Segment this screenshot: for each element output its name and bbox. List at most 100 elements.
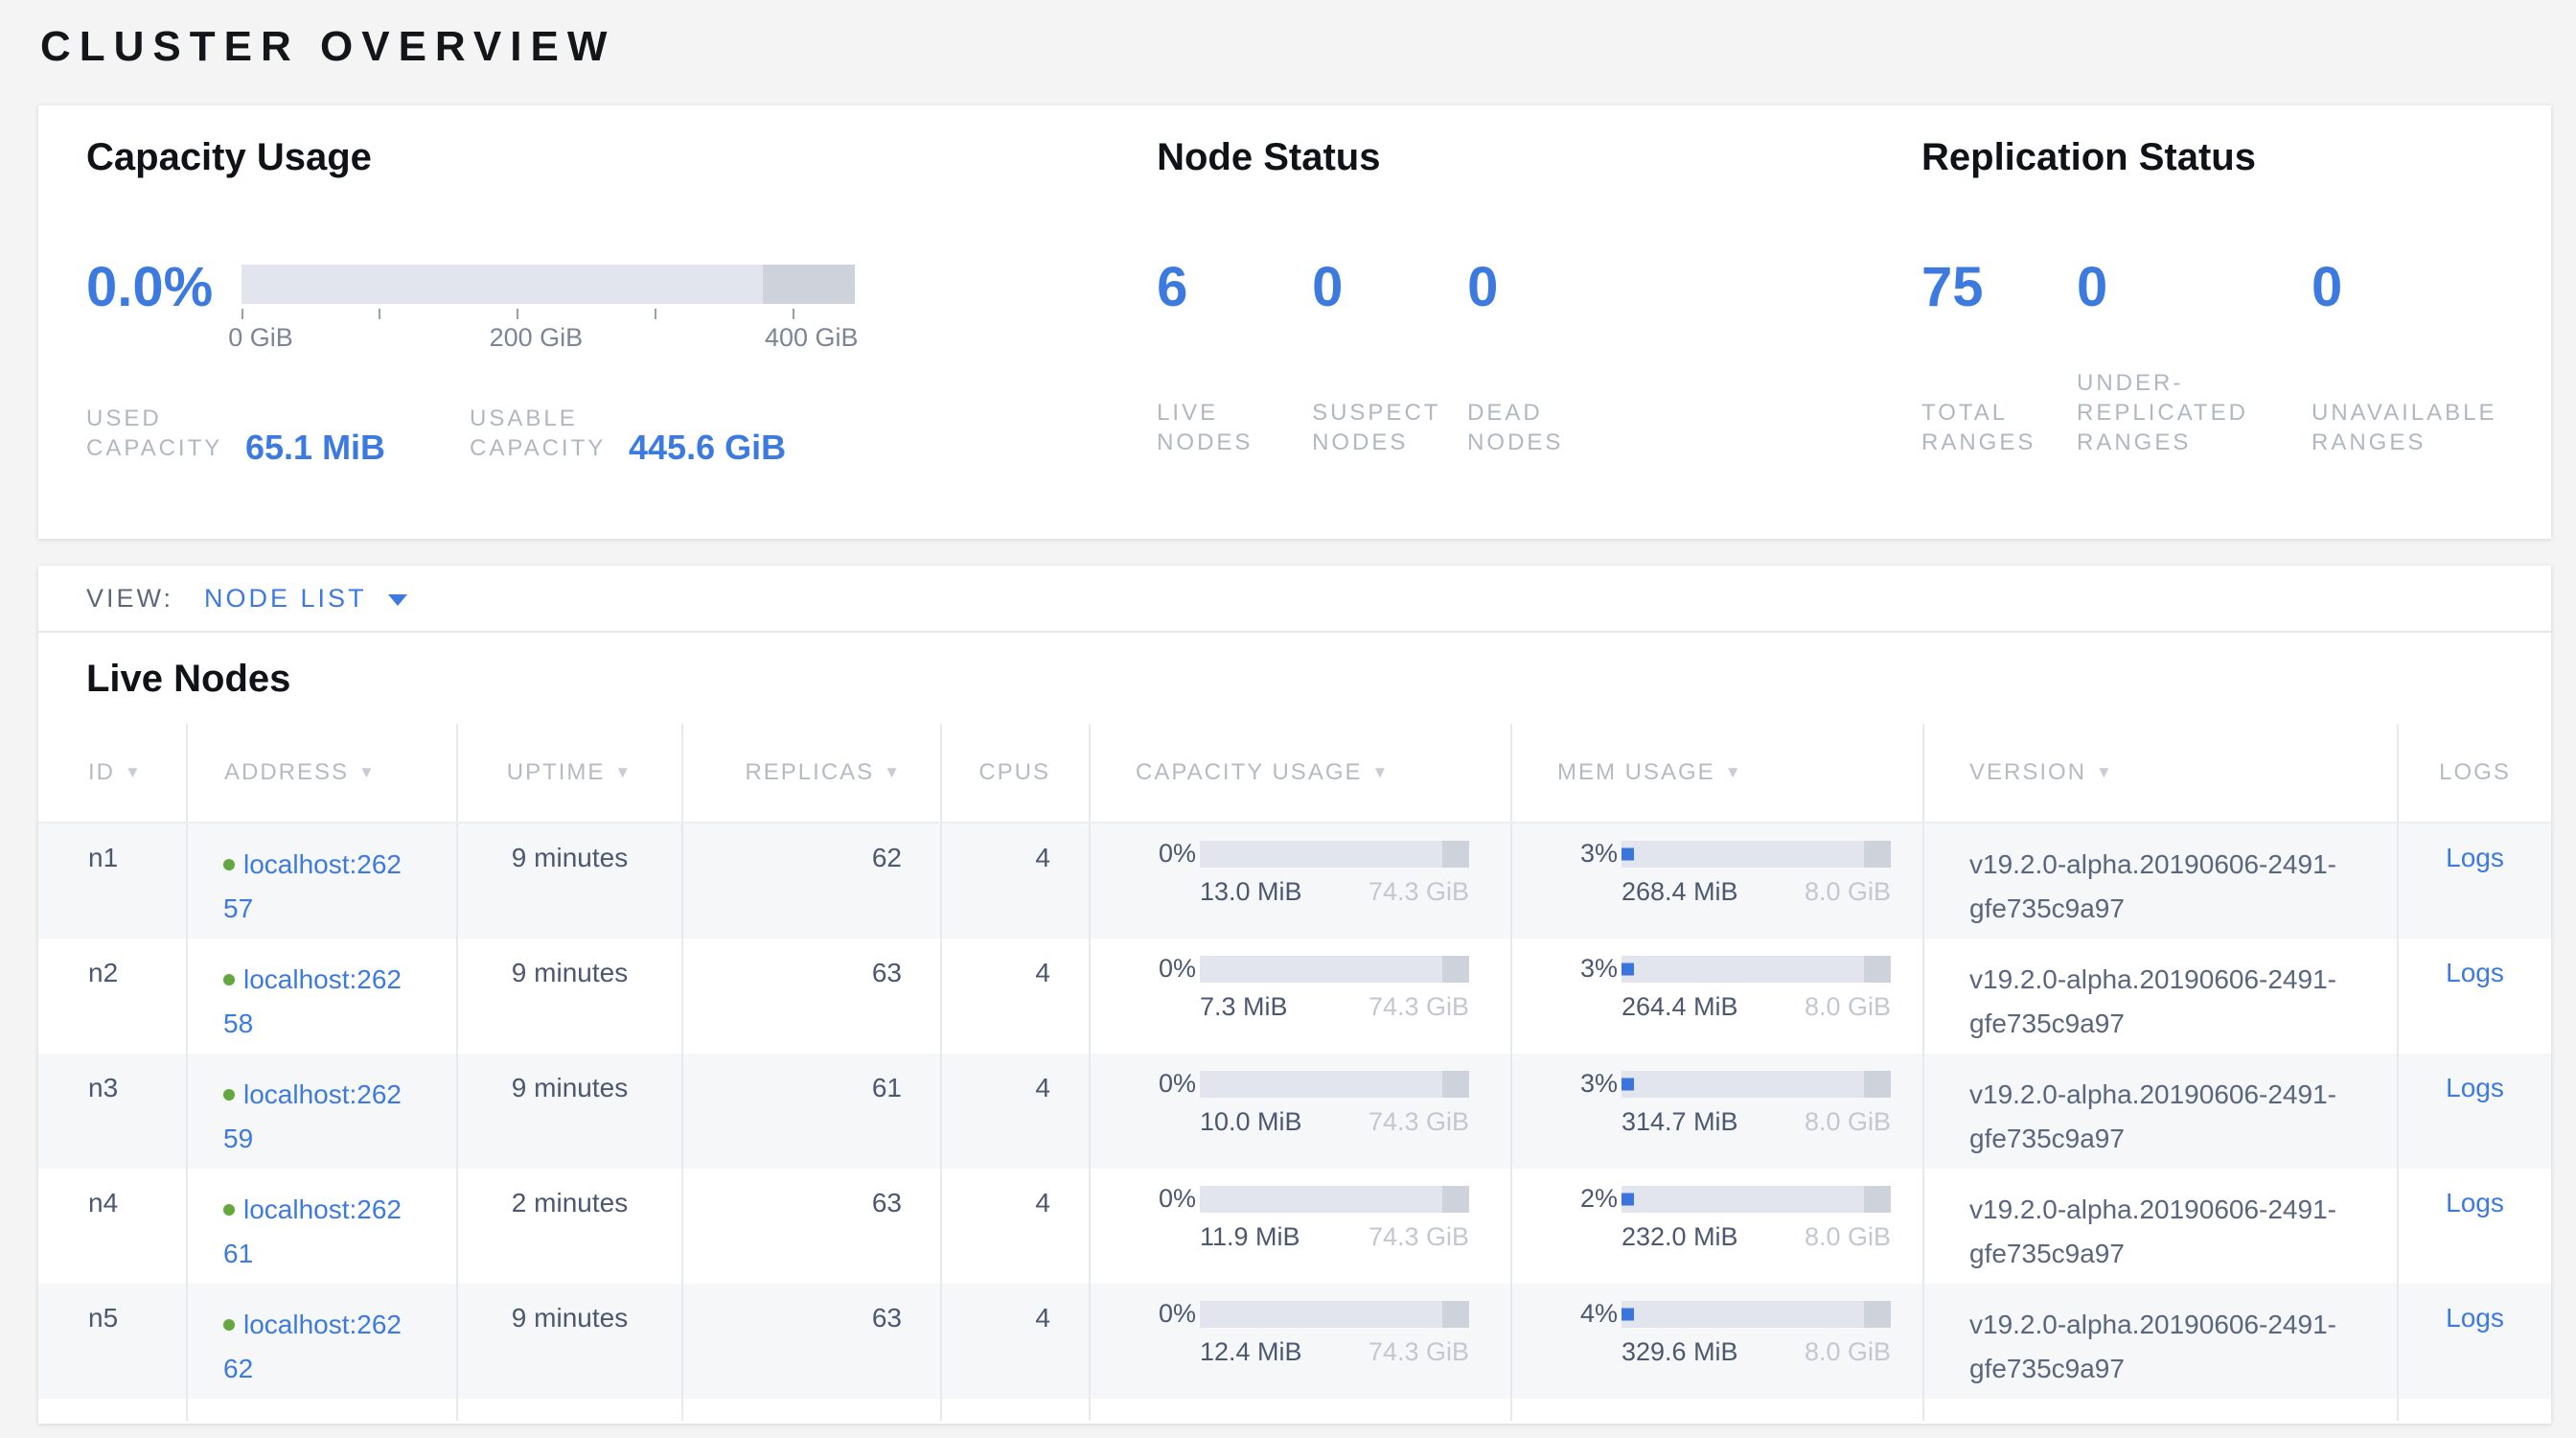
capacity-used-value: 13.0 MiB [1200,877,1302,907]
node-address-link[interactable]: localhost:26257 [223,849,402,923]
node-address-link[interactable]: localhost:26262 [223,1310,402,1383]
node-live-status-icon [223,974,235,986]
column-header-label: VERSION [1969,759,2086,786]
sort-arrow-icon: ▼ [1725,763,1743,782]
dead-nodes-label: DEADNODES [1467,398,1622,457]
column-header-label: ADDRESS [224,759,349,786]
sort-arrow-icon: ▼ [884,763,902,782]
node-uptime-cell: 9 minutes [458,1284,683,1399]
node-logs-cell: Logs [2399,1169,2551,1284]
node-cpus-cell: 4 [942,1054,1091,1169]
memory-percent: 4% [1539,1299,1618,1329]
node-logs-cell: Logs [2399,939,2551,1054]
node-address-link[interactable]: localhost:26258 [223,964,402,1038]
suspect-nodes-count: 0 [1312,258,1467,317]
column-header-uptime[interactable]: UPTIME ▼ [458,724,683,822]
node-id-cell: n2 [38,939,188,1054]
memory-bar-fill [1622,1308,1634,1320]
memory-used-value: 314.7 MiB [1622,1107,1738,1137]
replication-status-title: Replication Status [1921,136,2551,179]
memory-bar-fill [1622,847,1634,860]
column-header-replicas[interactable]: REPLICAS▼ [683,724,942,822]
memory-max-value: 8.0 GiB [1805,877,1891,907]
logs-link[interactable]: Logs [2446,1073,2504,1102]
node-status-section: Node Status 6 0 0 LIVENODES SUSPECTNODES… [1157,105,1921,539]
unavailable-ranges-count: 0 [2312,258,2467,317]
capacity-usage-title: Capacity Usage [86,136,1157,179]
column-header-label: CPUS [978,759,1050,786]
partial-row-cell [1512,1399,1924,1421]
node-address-cell: localhost:26262 [188,1284,458,1399]
column-header-label: CAPACITY USAGE [1136,759,1363,786]
node-capacity-usage-cell: 0% 13.0 MiB 74.3 GiB [1091,823,1512,939]
sort-arrow-icon: ▼ [2096,763,2114,782]
axis-tick-label: 400 GiB [765,323,859,353]
memory-bar [1622,1071,1891,1098]
under-replicated-ranges-label: UNDER-REPLICATEDRANGES [2077,368,2312,457]
node-uptime-cell: 9 minutes [458,1054,683,1169]
memory-used-value: 329.6 MiB [1622,1337,1738,1367]
usable-capacity-value: 445.6 GiB [629,430,786,465]
node-address-cell: localhost:26261 [188,1169,458,1284]
column-header-address[interactable]: ADDRESS▼ [188,724,458,822]
node-id-cell: n5 [38,1284,188,1399]
page-title: CLUSTER OVERVIEW [40,23,2551,71]
capacity-percent: 0% [1117,954,1196,984]
memory-bar-reserved-segment [1864,956,1891,983]
column-header-id[interactable]: ID▼ [38,724,188,822]
memory-percent: 3% [1539,1069,1618,1099]
memory-percent: 3% [1539,954,1618,984]
chevron-down-icon [388,594,407,606]
node-logs-cell: Logs [2399,823,2551,939]
node-replicas-cell: 63 [683,939,942,1054]
node-address-link[interactable]: localhost:26261 [223,1194,402,1268]
node-address-cell: localhost:26258 [188,939,458,1054]
column-header-capacity-usage[interactable]: CAPACITY USAGE▼ [1091,724,1512,822]
capacity-used-value: 11.9 MiB [1200,1222,1300,1252]
column-header-mem-usage[interactable]: MEM USAGE▼ [1512,724,1924,822]
node-status-title: Node Status [1157,136,1921,179]
partial-row-cell [942,1399,1091,1421]
view-bar: VIEW: NODE LIST [38,566,2551,633]
logs-link[interactable]: Logs [2446,958,2504,987]
partial-row-cell [458,1399,683,1421]
nodes-card: VIEW: NODE LIST Live Nodes ID▼ADDRESS▼UP… [38,566,2551,1424]
sort-arrow-icon: ▼ [125,763,143,782]
node-id-cell: n4 [38,1169,188,1284]
capacity-bar-reserved-segment [1442,841,1469,868]
memory-bar-fill [1622,963,1634,975]
live-nodes-table-header: ID▼ADDRESS▼UPTIME▼REPLICAS▼CPUSCAPACITY … [38,724,2551,823]
logs-link[interactable]: Logs [2446,1303,2504,1333]
column-header-version[interactable]: VERSION ▼ [1924,724,2399,822]
column-header-logs: LOGS [2399,724,2551,822]
column-header-cpus: CPUS [942,724,1091,822]
total-ranges-label: TOTALRANGES [1921,398,2077,457]
memory-bar-fill [1622,1078,1634,1090]
axis-tick [379,309,380,319]
node-capacity-usage-cell: 0% 7.3 MiB 74.3 GiB [1091,939,1512,1054]
logs-link[interactable]: Logs [2446,843,2504,872]
node-replicas-cell: 62 [683,823,942,939]
capacity-max-value: 74.3 GiB [1368,877,1469,907]
node-cpus-cell: 4 [942,1284,1091,1399]
column-header-label: UPTIME [507,759,606,786]
view-selector[interactable]: NODE LIST [204,584,407,614]
cluster-overview-page: CLUSTER OVERVIEW Capacity Usage 0.0% 0 G… [0,0,2576,1424]
node-capacity-usage-cell: 0% 10.0 MiB 74.3 GiB [1091,1054,1512,1169]
node-replicas-cell: 63 [683,1284,942,1399]
capacity-bar-reserved-segment [1442,1301,1469,1328]
node-mem-usage-cell: 4% 329.6 MiB 8.0 GiB [1512,1284,1924,1399]
node-live-status-icon [223,1089,235,1101]
usable-capacity-label: USABLECAPACITY [470,404,625,463]
logs-link[interactable]: Logs [2446,1188,2504,1218]
replication-status-section: Replication Status 75 0 0 TOTALRANGES UN… [1921,105,2551,539]
under-replicated-ranges-count: 0 [2077,258,2312,317]
sort-arrow-icon: ▼ [614,763,632,782]
table-row: n5 localhost:26262 9 minutes 63 4 0% 12.… [38,1284,2551,1399]
capacity-max-value: 74.3 GiB [1368,1107,1469,1137]
node-live-status-icon [223,1204,235,1216]
axis-tick [517,309,518,319]
memory-bar-reserved-segment [1864,1301,1891,1328]
node-address-link[interactable]: localhost:26259 [223,1079,402,1153]
node-capacity-usage-cell: 0% 12.4 MiB 74.3 GiB [1091,1284,1512,1399]
